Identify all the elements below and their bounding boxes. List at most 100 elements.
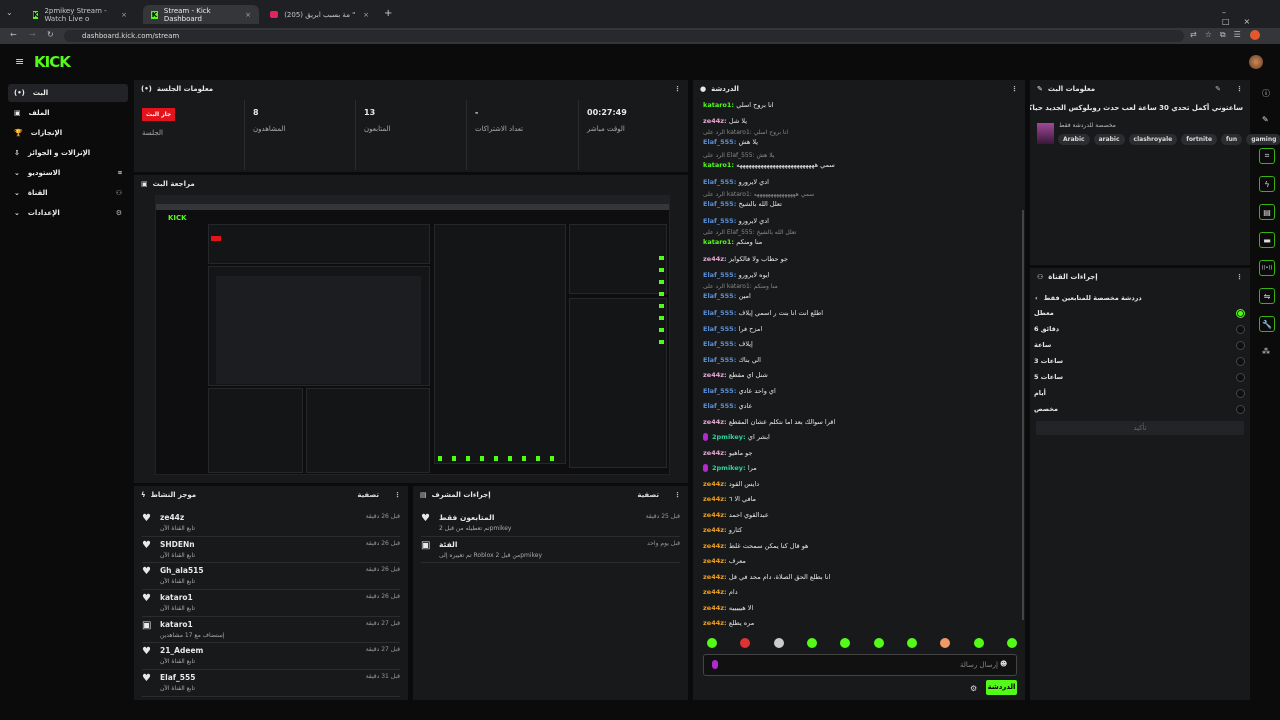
duration-option[interactable]: 3 ساعات [1034, 353, 1245, 369]
filter-button[interactable]: تصفية [357, 491, 379, 499]
chat-scrollbar[interactable] [1022, 210, 1024, 620]
chat-username[interactable]: ze44z [703, 604, 724, 612]
chat-username[interactable]: ze44z [703, 542, 724, 550]
forward-icon[interactable]: → [29, 30, 36, 39]
profile-icon[interactable] [1250, 30, 1260, 40]
chat-username[interactable]: Elaf_555 [703, 402, 734, 410]
duration-option[interactable]: 5 ساعات [1034, 369, 1245, 385]
tag[interactable]: gaming [1246, 134, 1280, 145]
chat-username[interactable]: 2pmikey [712, 433, 743, 441]
chat-username[interactable]: Elaf_555 [703, 325, 734, 333]
sidebar-item[interactable]: 🏆 الإنجازات [8, 124, 128, 142]
emoji-icon[interactable]: ☻ [1000, 660, 1007, 668]
edit-icon[interactable]: ✎ [1215, 85, 1221, 93]
chat-input[interactable]: إرسال رسالة ☻ [703, 654, 1017, 676]
duration-option[interactable]: 6 دقائق [1034, 321, 1245, 337]
edit-icon[interactable]: ✎ [1262, 115, 1269, 124]
emote-icon[interactable] [973, 638, 984, 648]
close-tab-icon[interactable]: × [363, 11, 369, 19]
chat-username[interactable]: ze44z [703, 255, 724, 263]
emote-icon[interactable] [940, 638, 951, 648]
stream-preview-video[interactable]: KICK [155, 195, 670, 475]
address-bar[interactable]: dashboard.kick.com/stream [64, 30, 1184, 42]
sidebar-item[interactable]: ⌄ الإعدادات ⚙ [8, 204, 128, 222]
radio-button[interactable] [1236, 324, 1245, 334]
hamburger-menu-icon[interactable]: ≡ [15, 55, 24, 68]
emote-icon[interactable] [773, 638, 784, 648]
chat-username[interactable]: ze44z [703, 495, 724, 503]
sidebar-item[interactable]: ⌄ القناة ⚇ [8, 184, 128, 202]
chat-username[interactable]: Elaf_555 [703, 138, 734, 146]
sidebar-item[interactable]: ⇩ الإنزالات و الجوائز [8, 144, 128, 162]
chat-username[interactable]: ze44z [703, 511, 724, 519]
chat-username[interactable]: ze44z [703, 573, 724, 581]
more-menu-icon[interactable]: ⋮ [674, 85, 681, 93]
tag[interactable]: clashroyale [1128, 134, 1178, 145]
radio-button[interactable] [1236, 388, 1245, 398]
chat-username[interactable]: ze44z [703, 117, 724, 125]
chat-username[interactable]: ze44z [703, 418, 724, 426]
chat-username[interactable]: ze44z [703, 526, 724, 534]
duration-option[interactable]: ساعة [1034, 337, 1245, 353]
emote-icon[interactable] [873, 638, 884, 648]
emote-icon[interactable] [840, 638, 851, 648]
wrench-icon[interactable]: 🔧 [1259, 316, 1275, 332]
lightning-icon[interactable]: ϟ [1259, 176, 1275, 192]
sidebar-item[interactable]: ▣ الملف [8, 104, 128, 122]
chat-username[interactable]: kataro1 [703, 161, 731, 169]
sidebar-item[interactable]: (•) البث [8, 84, 128, 102]
radio-button[interactable] [1236, 404, 1245, 414]
radio-button[interactable] [1236, 356, 1245, 366]
chat-username[interactable]: ze44z [703, 588, 724, 596]
more-menu-icon[interactable]: ⋮ [394, 491, 401, 499]
filter-button[interactable]: تصفية [637, 491, 659, 499]
sidebar-item[interactable]: ⌄ الاستوديو ⌗ [8, 164, 128, 182]
duration-option[interactable]: مخصص [1034, 401, 1245, 417]
chat-username[interactable]: Elaf_555 [703, 356, 734, 364]
info-icon[interactable]: ⓘ [1262, 88, 1270, 99]
chat-username[interactable]: 2pmikey [712, 464, 743, 472]
chat-username[interactable]: Elaf_555 [703, 309, 734, 317]
chat-username[interactable]: Elaf_555 [703, 271, 734, 279]
chat-username[interactable]: Elaf_555 [703, 178, 734, 186]
duration-option[interactable]: معطل [1034, 305, 1245, 321]
back-button[interactable]: ‹ دردشة مخصصة للمتابعين فقط [1030, 286, 1250, 305]
emote-icon[interactable] [740, 638, 751, 648]
more-menu-icon[interactable]: ⋮ [1236, 85, 1243, 93]
new-tab-button[interactable]: + [384, 8, 392, 19]
tag[interactable]: fun [1221, 134, 1243, 145]
send-chat-button[interactable]: الدردشة [986, 680, 1017, 695]
chat-bubble-icon[interactable]: ▬ [1259, 232, 1275, 248]
browser-tab[interactable]: K 2pmikey Stream - Watch Live o × [25, 5, 135, 24]
window-controls[interactable]: –□× [1222, 8, 1280, 26]
emote-icon[interactable] [1006, 638, 1017, 648]
toolbar-extension-icons[interactable]: ⇄☆⧉☰ [1190, 30, 1249, 40]
clipboard-icon[interactable]: ▤ [1259, 204, 1275, 220]
chat-username[interactable]: Elaf_555 [703, 340, 734, 348]
radio-button[interactable] [1236, 308, 1245, 318]
duration-option[interactable]: أيام [1034, 385, 1245, 401]
confirm-button[interactable]: تأكيد [1036, 421, 1244, 435]
chat-settings-icon[interactable]: ⚙ [970, 684, 977, 693]
layout-icon[interactable]: ⇋ [1259, 288, 1275, 304]
radio-button[interactable] [1236, 340, 1245, 350]
broadcast-icon[interactable]: ((•)) [1259, 260, 1275, 276]
chat-username[interactable]: Elaf_555 [703, 217, 734, 225]
emote-icon[interactable] [906, 638, 917, 648]
emote-icon[interactable] [806, 638, 817, 648]
chat-username[interactable]: Elaf_555 [703, 200, 734, 208]
chat-username[interactable]: ze44z [703, 480, 724, 488]
radio-button[interactable] [1236, 372, 1245, 382]
tab-search-icon[interactable]: ⌄ [6, 8, 13, 17]
chat-username[interactable]: ze44z [703, 449, 724, 457]
back-icon[interactable]: ← [10, 30, 17, 39]
more-menu-icon[interactable]: ⋮ [674, 491, 681, 499]
chat-username[interactable]: Elaf_555 [703, 387, 734, 395]
share-icon[interactable]: ⁂ [1262, 347, 1270, 356]
chat-username[interactable]: Elaf_555 [703, 292, 734, 300]
browser-tab-active[interactable]: K Stream - Kick Dashboard × [143, 5, 259, 24]
close-tab-icon[interactable]: × [121, 11, 127, 19]
tag[interactable]: fortnite [1181, 134, 1218, 145]
tag[interactable]: Arabic [1058, 134, 1090, 145]
reload-icon[interactable]: ↻ [47, 30, 54, 39]
